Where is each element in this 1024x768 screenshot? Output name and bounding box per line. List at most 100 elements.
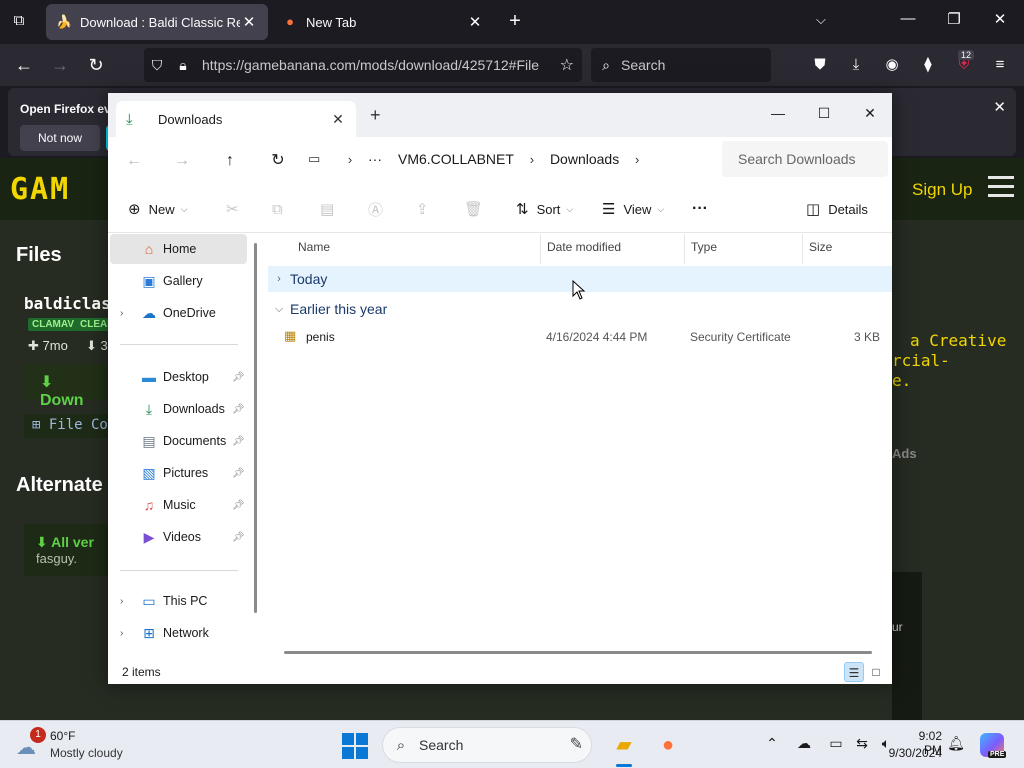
weather-description[interactable]: Mostly cloudy — [50, 746, 123, 760]
pocket-icon[interactable]: ⛊ — [808, 53, 832, 77]
forward-button[interactable]: → — [48, 53, 72, 77]
copy-button[interactable]: ⧉ — [272, 197, 283, 221]
details-button[interactable]: ◫ Details — [806, 197, 868, 221]
minimize-button[interactable]: — — [888, 10, 928, 27]
sidebar-label: Network — [163, 626, 209, 640]
shield-icon[interactable]: ⛉ — [144, 57, 170, 74]
close-window-button[interactable]: ✕ — [980, 10, 1020, 28]
sidebar-item-downloads[interactable]: ⤓ Downloads 📌︎ — [110, 394, 247, 424]
url-bar[interactable]: ⛉ 🔒︎ https://gamebanana.com/mods/downloa… — [144, 48, 582, 82]
chevron-right-icon[interactable]: › — [340, 152, 360, 167]
table-row[interactable]: ▦ penis 4/16/2024 4:44 PM Security Certi… — [268, 326, 892, 348]
paste-button[interactable]: ▤ — [320, 197, 334, 221]
sidebar-item-videos[interactable]: ▶ Videos 📌︎ — [110, 522, 247, 552]
sidebar-item-music[interactable]: ♫ Music 📌︎ — [110, 490, 247, 520]
up-button[interactable]: ↑ — [216, 147, 244, 175]
tab-new-tab[interactable]: ● New Tab ✕ — [272, 4, 494, 40]
sidebar-item-home[interactable]: ⌂ Home — [110, 234, 247, 264]
sidebar-scrollbar[interactable] — [254, 243, 257, 613]
rename-button[interactable]: Ⓐ — [368, 197, 383, 221]
breadcrumb-more[interactable]: ··· — [360, 151, 390, 167]
extensions-icon[interactable]: ⧫ — [916, 53, 940, 77]
back-button[interactable]: ← — [12, 53, 36, 77]
hamburger-menu-icon[interactable] — [988, 176, 1014, 200]
column-header-name[interactable]: Name — [292, 234, 542, 264]
breadcrumb-vm6[interactable]: VM6.COLLABNET — [390, 151, 522, 167]
download-button[interactable]: ⬇ Down — [24, 364, 114, 409]
sidebar-item-documents[interactable]: ▤ Documents 📌︎ — [110, 426, 247, 456]
minimize-button[interactable]: — — [758, 99, 798, 127]
new-button[interactable]: ⊕ New ⌵ — [128, 197, 187, 221]
firefox-icon[interactable]: ● — [648, 727, 688, 763]
sidebar-item-pictures[interactable]: ▧ Pictures 📌︎ — [110, 458, 247, 488]
chevron-right-icon[interactable]: › — [120, 308, 123, 319]
lock-icon[interactable]: 🔒︎ — [170, 57, 196, 74]
search-input[interactable] — [722, 141, 888, 177]
reload-button[interactable]: ↻ — [84, 53, 108, 77]
not-now-button[interactable]: Not now — [20, 125, 100, 151]
network-icon[interactable]: ⇆ — [852, 735, 872, 752]
sidebar-item-this-pc[interactable]: › ▭ This PC — [110, 586, 247, 616]
weather-temperature[interactable]: 60°F — [50, 729, 75, 743]
maximize-button[interactable]: ☐ — [804, 99, 844, 127]
downloads-icon[interactable]: ⤓ — [844, 53, 868, 77]
sort-button[interactable]: ⇅ Sort ⌵ — [516, 197, 573, 221]
chevron-right-icon[interactable]: › — [120, 628, 123, 639]
sign-up-link[interactable]: Sign Up — [912, 180, 972, 200]
refresh-button[interactable]: ↻ — [264, 147, 292, 175]
bookmark-star-icon[interactable]: ☆ — [560, 55, 574, 75]
chevron-up-icon[interactable]: ⌃ — [762, 735, 782, 752]
sidebar-item-desktop[interactable]: ▬ Desktop 📌︎ — [110, 362, 247, 392]
close-icon[interactable]: ✕ — [993, 98, 1006, 116]
breadcrumb-downloads[interactable]: Downloads — [542, 151, 627, 167]
delete-button[interactable]: 🗑︎ — [464, 197, 483, 221]
alternate-download-card[interactable]: ⬇ All ver fasguy. — [24, 524, 114, 576]
menu-icon[interactable]: ≡ — [988, 53, 1012, 77]
clock-date[interactable]: 9/30/2024 — [884, 746, 942, 760]
close-tab-icon[interactable]: ✕ — [330, 111, 346, 128]
tab-list-icon[interactable]: ⧉ — [8, 12, 30, 32]
back-button[interactable]: ← — [120, 147, 148, 175]
explorer-tab-downloads[interactable]: ⤓ Downloads ✕ — [116, 101, 356, 137]
details-pane-icon: ◫ — [806, 201, 821, 218]
chevron-right-icon[interactable]: › — [120, 596, 123, 607]
tab-close-icon[interactable]: ✕ — [466, 13, 484, 31]
tiles-view-icon[interactable]: □ — [866, 662, 886, 682]
list-all-tabs-chevron-icon[interactable]: ⌵ — [816, 12, 826, 28]
column-header-type[interactable]: Type — [684, 234, 804, 264]
file-explorer-icon[interactable]: ▰ — [604, 727, 644, 767]
cut-button[interactable]: ✂ — [226, 197, 239, 221]
file-size: 3 KB — [854, 330, 881, 344]
windows-start-icon[interactable] — [342, 733, 368, 759]
tab-close-icon[interactable]: ✕ — [240, 13, 258, 31]
new-tab-button[interactable]: + — [504, 10, 526, 32]
display-icon[interactable]: ▭ — [826, 735, 846, 752]
file-contents-button[interactable]: ⊞ File Co — [24, 414, 114, 438]
taskbar-search[interactable]: ⌕ Search ✎ — [382, 727, 592, 763]
restore-button[interactable]: ❐ — [934, 10, 974, 28]
computer-icon[interactable]: ▭ — [308, 151, 328, 167]
browser-search-bar[interactable]: ⌕ Search — [591, 48, 771, 82]
sidebar-item-network[interactable]: › ⊞ Network — [110, 618, 247, 648]
chevron-right-icon[interactable]: › — [627, 152, 647, 167]
forward-button[interactable]: → — [168, 147, 196, 175]
file-type: Security Certificate — [690, 330, 791, 344]
cloud-offline-icon[interactable]: ☁ — [794, 735, 814, 752]
sidebar-item-onedrive[interactable]: › ☁ OneDrive — [110, 298, 247, 328]
column-header-date[interactable]: Date modified — [540, 234, 684, 264]
breadcrumb[interactable]: ▭ › ··· VM6.COLLABNET › Downloads › — [308, 141, 712, 177]
close-button[interactable]: ✕ — [850, 99, 890, 127]
bell-icon[interactable]: 🔔︎ — [946, 735, 966, 752]
sidebar-item-gallery[interactable]: ▣ Gallery — [110, 266, 247, 296]
share-button[interactable]: ⇪ — [416, 197, 429, 221]
details-view-icon[interactable]: ☰ — [844, 662, 864, 682]
horizontal-scrollbar[interactable] — [284, 651, 872, 654]
account-icon[interactable]: ◉ — [880, 53, 904, 77]
new-tab-button[interactable]: + — [370, 105, 381, 126]
more-options-button[interactable]: ··· — [692, 197, 708, 221]
chevron-right-icon[interactable]: › — [522, 152, 542, 167]
tab-download-baldi[interactable]: 🍌 Download : Baldi Classic Remas ✕ — [46, 4, 268, 40]
view-button[interactable]: ☰ View ⌵ — [602, 197, 664, 221]
site-logo[interactable]: GAM — [10, 172, 70, 207]
column-header-size[interactable]: Size — [802, 234, 882, 264]
